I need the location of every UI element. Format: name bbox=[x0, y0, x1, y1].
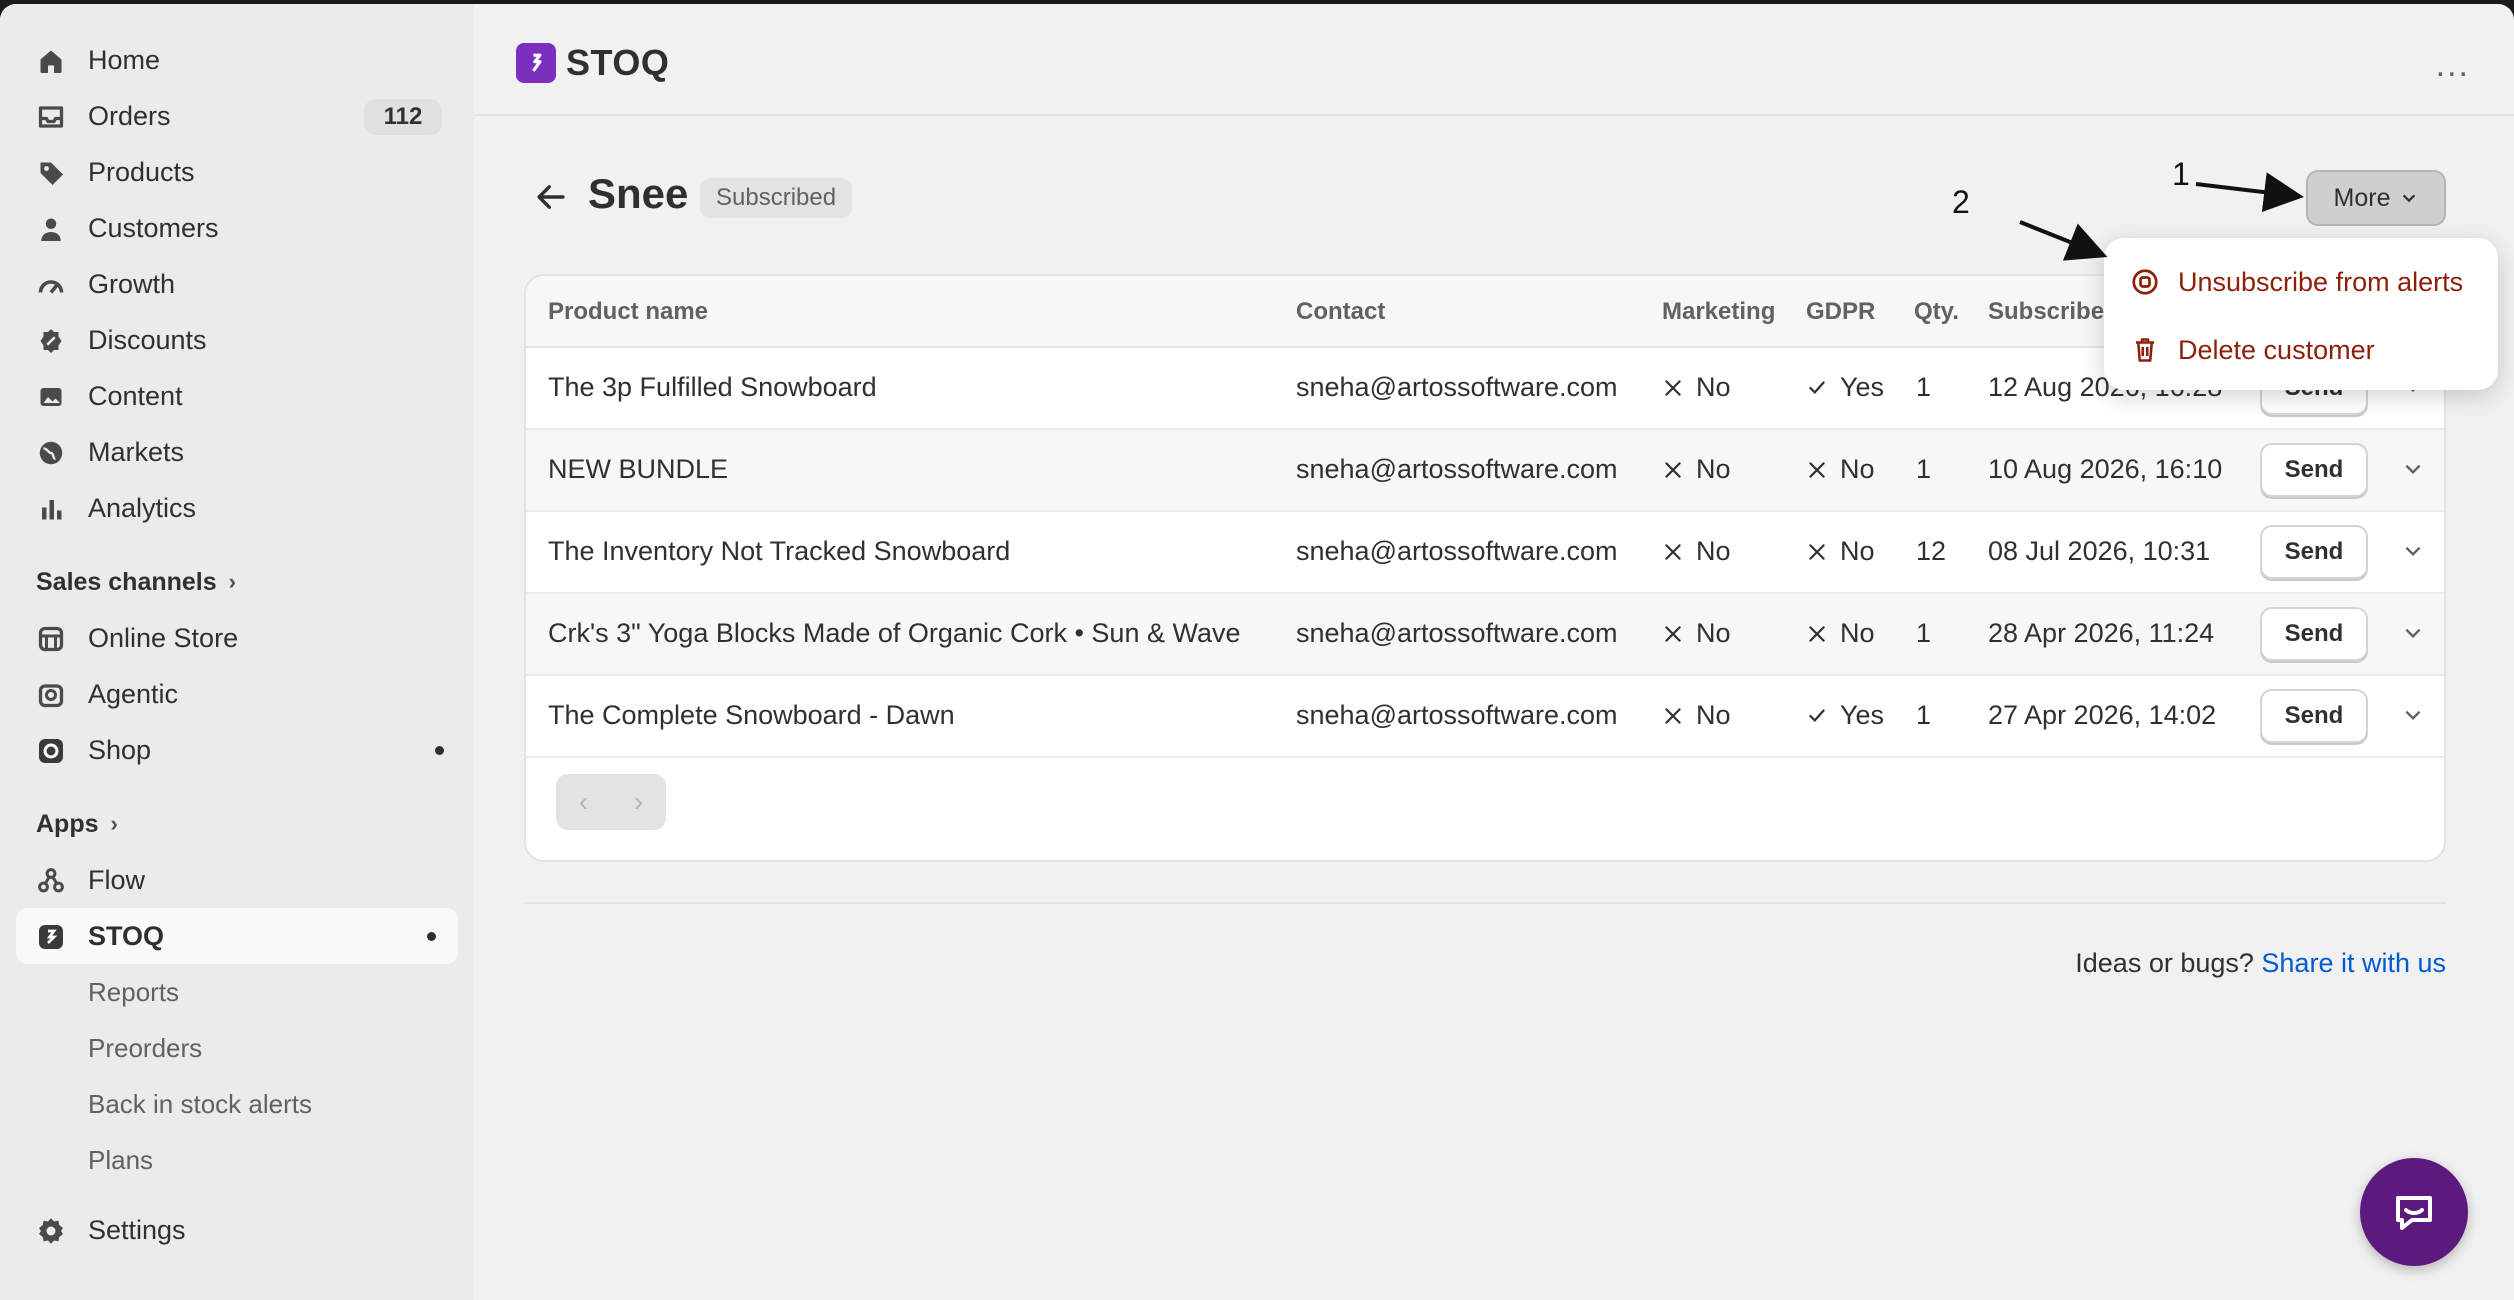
app-frame: Home Orders 112 Products Customers Growt… bbox=[0, 4, 2514, 1300]
annotation-arrows bbox=[2019, 172, 2304, 261]
chat-support-button[interactable] bbox=[2360, 1158, 2468, 1266]
chat-bubble-icon bbox=[2396, 1196, 2432, 1230]
